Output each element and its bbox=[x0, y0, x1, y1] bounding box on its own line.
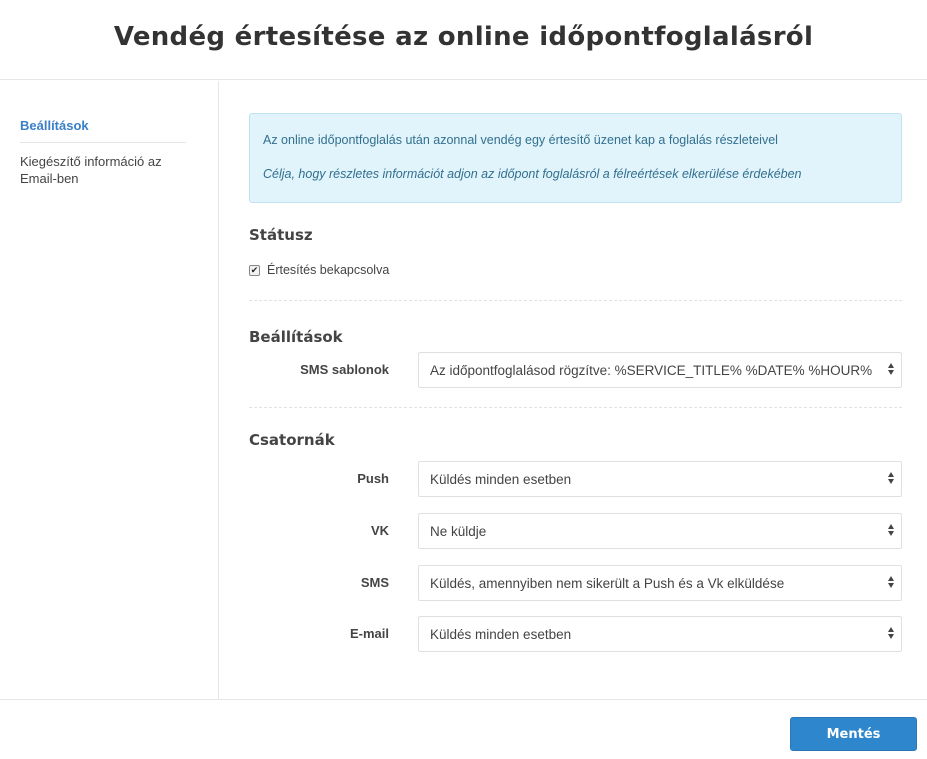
notification-enabled-checkbox[interactable]: ✔ Értesítés bekapcsolva bbox=[249, 263, 389, 277]
sidebar-item-settings[interactable]: Beállítások bbox=[20, 117, 186, 143]
vk-channel-select[interactable]: Ne küldje bbox=[418, 513, 902, 549]
info-box: Az online időpontfoglalás után azonnal v… bbox=[249, 113, 902, 203]
channels-section-title: Csatornák bbox=[249, 431, 335, 449]
save-button[interactable]: Mentés bbox=[790, 717, 917, 751]
push-channel-value: Küldés minden esetben bbox=[430, 471, 572, 487]
vk-label: VK bbox=[370, 523, 389, 538]
email-label: E-mail bbox=[349, 626, 389, 641]
status-section-title: Státusz bbox=[249, 226, 313, 244]
info-text: Az online időpontfoglalás után azonnal v… bbox=[263, 133, 778, 147]
divider bbox=[249, 300, 902, 301]
sms-channel-select[interactable]: Küldés, amennyiben nem sikerült a Push é… bbox=[418, 565, 902, 601]
sidebar-item-email-info[interactable]: Kiegészítő információ az Email-ben bbox=[20, 153, 186, 187]
push-label: Push bbox=[357, 471, 389, 486]
email-channel-value: Küldés minden esetben bbox=[430, 626, 572, 642]
sms-template-label: SMS sablonok bbox=[300, 362, 389, 377]
checkbox-label: Értesítés bekapcsolva bbox=[267, 263, 390, 277]
footer: Mentés bbox=[0, 699, 927, 759]
select-arrows-icon bbox=[887, 524, 895, 536]
select-arrows-icon bbox=[887, 627, 895, 639]
divider bbox=[249, 407, 902, 408]
checkbox-checked-icon[interactable]: ✔ bbox=[249, 264, 260, 276]
sms-channel-value: Küldés, amennyiben nem sikerült a Push é… bbox=[430, 575, 785, 591]
sms-label: SMS bbox=[360, 575, 389, 590]
push-channel-select[interactable]: Küldés minden esetben bbox=[418, 461, 902, 497]
title-bar: Vendég értesítése az online időpontfogla… bbox=[0, 0, 927, 80]
sms-template-value: Az időpontfoglalásod rögzítve: %SERVICE_… bbox=[430, 362, 873, 378]
settings-section-title: Beállítások bbox=[249, 328, 343, 346]
sms-template-select[interactable]: Az időpontfoglalásod rögzítve: %SERVICE_… bbox=[418, 352, 902, 388]
info-description: Célja, hogy részletes információt adjon … bbox=[263, 167, 802, 181]
sidebar: Beállítások Kiegészítő információ az Ema… bbox=[0, 81, 219, 699]
select-arrows-icon bbox=[887, 472, 895, 484]
page-title: Vendég értesítése az online időpontfogla… bbox=[113, 21, 814, 52]
select-arrows-icon bbox=[887, 576, 895, 588]
select-arrows-icon bbox=[887, 363, 895, 375]
email-channel-select[interactable]: Küldés minden esetben bbox=[418, 616, 902, 652]
vk-channel-value: Ne küldje bbox=[430, 523, 487, 539]
